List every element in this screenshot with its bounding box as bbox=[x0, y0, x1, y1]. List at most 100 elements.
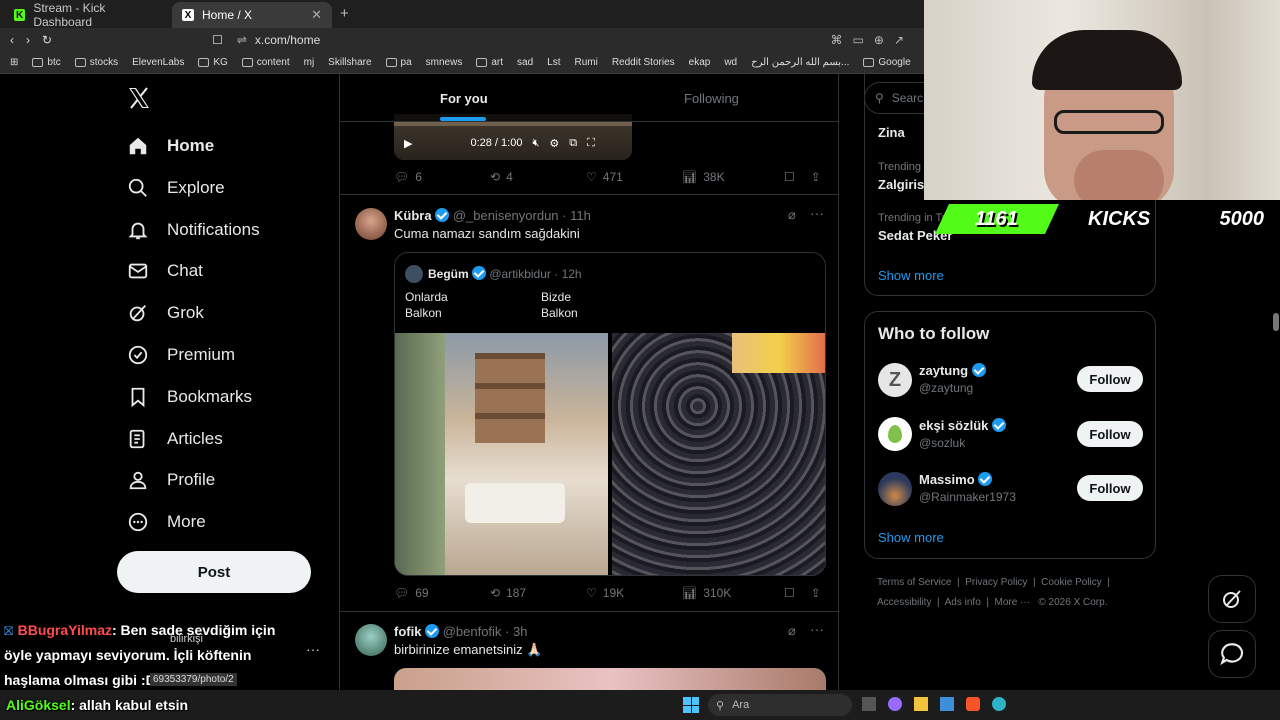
nav-home[interactable]: Home bbox=[127, 131, 214, 161]
copilot-icon[interactable] bbox=[888, 697, 902, 711]
bookmark-item[interactable]: content bbox=[241, 57, 290, 68]
nav-premium[interactable]: Premium bbox=[127, 340, 235, 370]
bookmark-item[interactable]: smnews bbox=[426, 57, 463, 68]
author-name[interactable]: Kübra bbox=[394, 208, 432, 223]
bookmark-item[interactable]: Skillshare bbox=[328, 57, 371, 68]
windows-start-icon[interactable] bbox=[683, 697, 699, 713]
quoted-post[interactable]: Begüm @artikbidur · 12h Onlarda Balkon B… bbox=[394, 252, 826, 576]
grok-icon[interactable]: ⌀ bbox=[788, 207, 796, 223]
more-options-icon[interactable]: ··· bbox=[810, 621, 824, 637]
show-more-follow-link[interactable]: Show more bbox=[878, 530, 944, 545]
avatar[interactable] bbox=[878, 417, 912, 451]
post-time[interactable]: · 3h bbox=[505, 624, 527, 639]
more-options-icon[interactable]: ··· bbox=[810, 205, 824, 221]
bookmark-item[interactable]: sad bbox=[517, 57, 533, 68]
follow-button[interactable]: Follow bbox=[1077, 421, 1143, 447]
show-more-trends-link[interactable]: Show more bbox=[878, 268, 944, 283]
post-time[interactable]: · 11h bbox=[562, 208, 591, 223]
reload-icon[interactable]: ↻ bbox=[42, 33, 52, 47]
fullscreen-icon[interactable]: ⛶ bbox=[587, 137, 595, 150]
author-handle[interactable]: @benfofik bbox=[443, 624, 502, 639]
like-button[interactable]: ♡ 19K bbox=[586, 586, 682, 600]
bookmark-item[interactable]: KG bbox=[198, 57, 228, 68]
bookmark-item[interactable]: بسم الله الرحمن الرح... bbox=[751, 57, 849, 68]
forward-icon[interactable]: › bbox=[26, 33, 30, 47]
nav-articles[interactable]: Articles bbox=[127, 424, 223, 454]
suggestion-handle[interactable]: @Rainmaker1973 bbox=[919, 490, 1016, 504]
site-info-icon[interactable]: ⇌ bbox=[237, 33, 247, 47]
balcony-photo[interactable] bbox=[395, 333, 608, 575]
bookmark-icon[interactable]: ☐ bbox=[784, 170, 795, 184]
nav-profile[interactable]: Profile bbox=[127, 465, 215, 495]
tab-following[interactable]: Following bbox=[684, 91, 739, 106]
footer-link[interactable]: Terms of Service bbox=[877, 577, 951, 588]
suggestion-handle[interactable]: @zaytung bbox=[919, 381, 973, 395]
obs-icon[interactable] bbox=[992, 697, 1006, 711]
like-button[interactable]: ♡ 471 bbox=[586, 170, 682, 184]
avatar[interactable] bbox=[878, 472, 912, 506]
footer-link[interactable]: Ads info bbox=[945, 597, 981, 608]
bookmark-icon[interactable]: ☐ bbox=[784, 586, 795, 600]
grok-floating-button[interactable] bbox=[1208, 575, 1256, 623]
author-handle[interactable]: @_benisenyordun bbox=[453, 208, 559, 223]
shoes-photo[interactable] bbox=[612, 333, 825, 575]
brave-browser-icon[interactable] bbox=[966, 697, 980, 711]
bookmark-item[interactable]: mj bbox=[304, 57, 315, 68]
suggestion-name[interactable]: zaytung bbox=[919, 363, 986, 378]
follow-button[interactable]: Follow bbox=[1077, 475, 1143, 501]
address-bar[interactable]: x.com/home bbox=[255, 33, 320, 47]
trend-name[interactable]: Zina bbox=[878, 125, 905, 140]
avatar[interactable]: Z bbox=[878, 363, 912, 397]
taskbar-search[interactable]: ⚲ Ara bbox=[708, 694, 852, 716]
task-view-icon[interactable] bbox=[862, 697, 876, 711]
bookmark-item[interactable]: Reddit Stories bbox=[612, 57, 675, 68]
bookmark-item[interactable]: pa bbox=[385, 57, 412, 68]
suggestion-handle[interactable]: @sozluk bbox=[919, 436, 965, 450]
nav-bookmarks[interactable]: Bookmarks bbox=[127, 382, 252, 412]
bookmark-item[interactable]: ekap bbox=[689, 57, 711, 68]
nav-explore[interactable]: Explore bbox=[127, 173, 225, 203]
author-name[interactable]: fofik bbox=[394, 624, 421, 639]
reply-button[interactable]: 💬︎ 6 bbox=[394, 170, 490, 184]
pip-icon[interactable]: ⧉ bbox=[569, 137, 577, 150]
more-options-icon[interactable]: ··· bbox=[306, 641, 320, 657]
views-button[interactable]: 📊︎ 38K bbox=[682, 170, 778, 184]
bookmark-item[interactable]: btc bbox=[32, 57, 61, 68]
apps-grid-icon[interactable]: ⊞ bbox=[10, 57, 18, 68]
avatar[interactable] bbox=[355, 208, 387, 240]
mute-icon[interactable]: 🔇︎ bbox=[532, 137, 539, 150]
nav-chat[interactable]: Chat bbox=[127, 256, 203, 286]
toolbar-extension-icons[interactable]: ⌘▭⊕↗ bbox=[831, 33, 914, 47]
suggestion-name[interactable]: ekşi sözlük bbox=[919, 418, 1006, 433]
trend-name[interactable]: Zalgiris bbox=[878, 177, 924, 192]
post-button[interactable]: Post bbox=[117, 551, 311, 593]
repost-button[interactable]: ⟲ 4 bbox=[490, 170, 586, 184]
footer-link[interactable]: More ··· bbox=[995, 597, 1031, 608]
repost-button[interactable]: ⟲ 187 bbox=[490, 586, 586, 600]
share-icon[interactable]: ⇪ bbox=[811, 586, 821, 600]
back-icon[interactable]: ‹ bbox=[10, 33, 14, 47]
bookmark-item[interactable]: ElevenLabs bbox=[132, 57, 184, 68]
suggestion-name[interactable]: Massimo bbox=[919, 472, 993, 487]
bookmark-item[interactable]: Rumi bbox=[574, 57, 597, 68]
tab-home-x[interactable]: X Home / X ✕ bbox=[172, 2, 332, 28]
file-explorer-icon[interactable] bbox=[914, 697, 928, 711]
play-icon[interactable]: ▶ bbox=[404, 137, 412, 150]
tab-for-you[interactable]: For you bbox=[440, 91, 488, 106]
nav-more[interactable]: More bbox=[127, 507, 206, 537]
nav-notifications[interactable]: Notifications bbox=[127, 215, 260, 245]
settings-icon[interactable]: ⚙ bbox=[549, 137, 559, 150]
x-logo-icon[interactable] bbox=[127, 86, 151, 112]
bookmark-page-icon[interactable]: ☐ bbox=[212, 33, 223, 47]
nav-grok[interactable]: Grok bbox=[127, 298, 204, 328]
snipping-tool-icon[interactable] bbox=[940, 697, 954, 711]
taskbar-search-input[interactable]: Ara bbox=[732, 699, 749, 711]
share-icon[interactable]: ⇪ bbox=[811, 170, 821, 184]
new-tab-icon[interactable]: + bbox=[340, 5, 349, 22]
bookmark-item[interactable]: Lst bbox=[547, 57, 560, 68]
views-button[interactable]: 📊︎ 310K bbox=[682, 586, 778, 600]
avatar[interactable] bbox=[355, 624, 387, 656]
messages-floating-button[interactable] bbox=[1208, 630, 1256, 678]
reply-button[interactable]: 💬︎ 69 bbox=[394, 586, 490, 600]
bookmark-item[interactable]: Google bbox=[863, 57, 911, 68]
